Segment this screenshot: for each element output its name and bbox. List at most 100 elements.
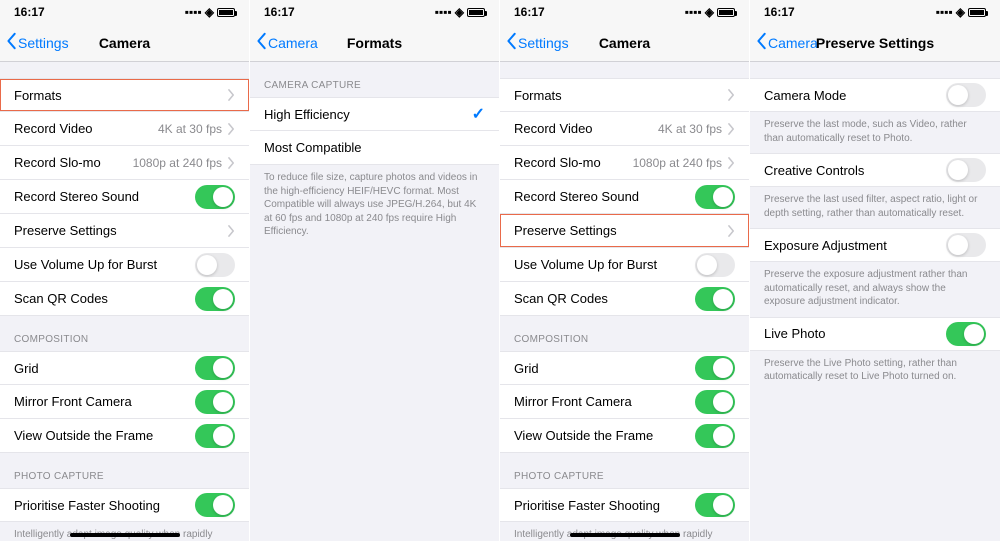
toggle-switch[interactable] <box>946 158 986 182</box>
settings-row[interactable]: Formats <box>500 78 749 112</box>
nav-back-button[interactable]: Settings <box>500 32 569 53</box>
section-footer: Preserve the Live Photo setting, rather … <box>750 351 1000 392</box>
nav-back-label: Settings <box>518 35 569 51</box>
settings-row[interactable]: Record Slo-mo1080p at 240 fps <box>0 146 249 180</box>
settings-row[interactable]: Grid <box>500 351 749 385</box>
status-bar: 16:17 ▪▪▪▪◈ <box>0 0 249 24</box>
spacer <box>0 62 249 78</box>
settings-row[interactable]: Formats <box>0 78 249 112</box>
row-label: Use Volume Up for Burst <box>514 257 695 272</box>
status-time: 16:17 <box>14 5 45 19</box>
nav-back-button[interactable]: Settings <box>0 32 69 53</box>
settings-row[interactable]: Record Slo-mo1080p at 240 fps <box>500 146 749 180</box>
section-footer: Preserve the last used filter, aspect ra… <box>750 187 1000 228</box>
settings-row[interactable]: Use Volume Up for Burst <box>0 248 249 282</box>
row-label: Mirror Front Camera <box>514 394 695 409</box>
settings-row[interactable]: View Outside the Frame <box>0 419 249 453</box>
settings-row[interactable]: Grid <box>0 351 249 385</box>
settings-row[interactable]: Live Photo <box>750 317 1000 351</box>
settings-row[interactable]: Preserve Settings <box>0 214 249 248</box>
toggle-switch[interactable] <box>946 233 986 257</box>
nav-back-label: Settings <box>18 35 69 51</box>
toggle-switch[interactable] <box>695 253 735 277</box>
settings-row[interactable]: Most Compatible <box>250 131 499 165</box>
toggle-switch[interactable] <box>195 356 235 380</box>
wifi-icon: ◈ <box>705 5 714 19</box>
settings-row[interactable]: Prioritise Faster Shooting <box>500 488 749 522</box>
toggle-switch[interactable] <box>695 424 735 448</box>
toggle-switch[interactable] <box>695 493 735 517</box>
section-header: COMPOSITION <box>500 316 749 351</box>
settings-row[interactable]: Exposure Adjustment <box>750 228 1000 262</box>
row-label: View Outside the Frame <box>514 428 695 443</box>
nav-bar: SettingsCamera <box>500 24 749 62</box>
settings-row[interactable]: View Outside the Frame <box>500 419 749 453</box>
nav-title: Formats <box>347 35 402 51</box>
row-value: 4K at 30 fps <box>158 122 222 136</box>
chevron-right-icon <box>228 157 235 169</box>
toggle-switch[interactable] <box>695 185 735 209</box>
chevron-left-icon <box>506 32 518 53</box>
settings-row[interactable]: High Efficiency✓ <box>250 97 499 131</box>
settings-row[interactable]: Scan QR Codes <box>0 282 249 316</box>
row-label: Formats <box>14 88 228 103</box>
settings-row[interactable]: Preserve Settings <box>500 214 749 248</box>
settings-row[interactable]: Prioritise Faster Shooting <box>0 488 249 522</box>
nav-bar: CameraPreserve Settings <box>750 24 1000 62</box>
settings-row[interactable]: Record Video4K at 30 fps <box>500 112 749 146</box>
row-label: Mirror Front Camera <box>14 394 195 409</box>
row-value: 1080p at 240 fps <box>133 156 222 170</box>
toggle-switch[interactable] <box>195 185 235 209</box>
signal-icon: ▪▪▪▪ <box>936 5 953 19</box>
toggle-switch[interactable] <box>695 356 735 380</box>
settings-row[interactable]: Record Video4K at 30 fps <box>0 112 249 146</box>
settings-row[interactable]: Mirror Front Camera <box>500 385 749 419</box>
row-label: Record Slo-mo <box>514 155 633 170</box>
row-label: Record Video <box>514 121 658 136</box>
row-label: Exposure Adjustment <box>764 238 946 253</box>
row-label: Grid <box>514 361 695 376</box>
section-footer: Preserve the exposure adjustment rather … <box>750 262 1000 317</box>
nav-back-button[interactable]: Camera <box>750 32 818 53</box>
toggle-switch[interactable] <box>695 287 735 311</box>
row-value: 4K at 30 fps <box>658 122 722 136</box>
row-label: View Outside the Frame <box>14 428 195 443</box>
wifi-icon: ◈ <box>956 5 965 19</box>
toggle-switch[interactable] <box>695 390 735 414</box>
chevron-left-icon <box>6 32 18 53</box>
screen-0: 16:17▪▪▪▪◈SettingsCameraFormatsRecord Vi… <box>0 0 250 541</box>
toggle-switch[interactable] <box>946 83 986 107</box>
nav-back-label: Camera <box>768 35 818 51</box>
toggle-switch[interactable] <box>946 322 986 346</box>
section-header: PHOTO CAPTURE <box>0 453 249 488</box>
row-label: Formats <box>514 88 728 103</box>
toggle-switch[interactable] <box>195 253 235 277</box>
row-label: Record Stereo Sound <box>14 189 195 204</box>
row-label: Scan QR Codes <box>14 291 195 306</box>
settings-row[interactable]: Use Volume Up for Burst <box>500 248 749 282</box>
toggle-switch[interactable] <box>195 287 235 311</box>
settings-row[interactable]: Scan QR Codes <box>500 282 749 316</box>
row-label: Record Slo-mo <box>14 155 133 170</box>
status-icons: ▪▪▪▪◈ <box>185 5 235 19</box>
wifi-icon: ◈ <box>205 5 214 19</box>
settings-row[interactable]: Record Stereo Sound <box>0 180 249 214</box>
row-label: Preserve Settings <box>14 223 228 238</box>
section-header: CAMERA CAPTURE <box>250 62 499 97</box>
status-time: 16:17 <box>764 5 795 19</box>
toggle-switch[interactable] <box>195 493 235 517</box>
row-label: Record Video <box>14 121 158 136</box>
row-label: Scan QR Codes <box>514 291 695 306</box>
battery-icon <box>717 8 735 17</box>
row-value: 1080p at 240 fps <box>633 156 722 170</box>
battery-icon <box>217 8 235 17</box>
toggle-switch[interactable] <box>195 424 235 448</box>
row-label: Prioritise Faster Shooting <box>514 498 695 513</box>
settings-row[interactable]: Camera Mode <box>750 78 1000 112</box>
settings-row[interactable]: Creative Controls <box>750 153 1000 187</box>
nav-back-button[interactable]: Camera <box>250 32 318 53</box>
settings-row[interactable]: Record Stereo Sound <box>500 180 749 214</box>
wifi-icon: ◈ <box>455 5 464 19</box>
toggle-switch[interactable] <box>195 390 235 414</box>
settings-row[interactable]: Mirror Front Camera <box>0 385 249 419</box>
